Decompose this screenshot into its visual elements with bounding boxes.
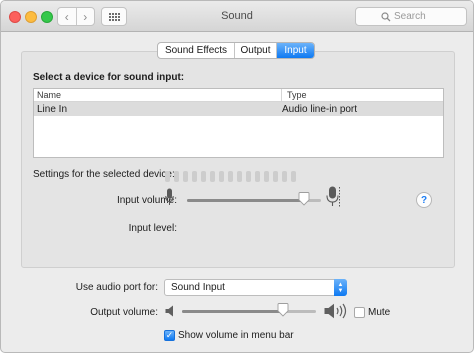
- column-header-type[interactable]: Type: [282, 89, 307, 101]
- tab-bar: Sound Effects Output Input: [157, 42, 315, 59]
- search-placeholder: Search: [394, 11, 426, 22]
- level-segment: [237, 171, 242, 182]
- device-name-cell: Line In: [37, 103, 68, 115]
- column-header-name[interactable]: Name: [34, 89, 282, 101]
- speaker-high-icon: [324, 303, 347, 319]
- level-segment: [219, 171, 224, 182]
- level-segment: [282, 171, 287, 182]
- microphone-high-icon: [326, 186, 340, 207]
- input-level-label: Input level:: [128, 223, 177, 234]
- audio-port-select[interactable]: Sound Input ▲ ▼: [164, 279, 347, 296]
- table-header: Name Type: [34, 89, 443, 102]
- help-icon: ?: [420, 194, 428, 206]
- device-type-cell: Audio line-in port: [282, 103, 358, 115]
- level-segment: [174, 171, 179, 182]
- show-volume-label: Show volume in menu bar: [178, 330, 294, 341]
- tab-sound-effects[interactable]: Sound Effects: [158, 43, 235, 58]
- microphone-low-icon: [165, 188, 174, 205]
- input-volume-fill: [187, 199, 304, 202]
- audio-port-label: Use audio port for:: [75, 282, 158, 293]
- level-segment: [273, 171, 278, 182]
- level-segment: [165, 171, 170, 182]
- tab-output[interactable]: Output: [235, 43, 277, 58]
- chevron-updown-icon: ▲ ▼: [334, 279, 347, 296]
- level-segment: [192, 171, 197, 182]
- input-panel: Select a device for sound input: Name Ty…: [21, 51, 455, 268]
- table-row[interactable]: Line In Audio line-in port: [34, 102, 443, 116]
- speaker-low-icon: [165, 305, 173, 317]
- output-volume-slider[interactable]: [182, 310, 316, 313]
- mute-label: Mute: [368, 307, 391, 318]
- title-bar: ‹ › Sound Search: [1, 1, 473, 32]
- sound-preferences-window: ‹ › Sound Search Sound Effects Output In…: [0, 0, 474, 353]
- mute-checkbox[interactable]: [354, 307, 365, 318]
- output-volume-knob[interactable]: [277, 303, 289, 317]
- settings-heading: Settings for the selected device:: [33, 169, 175, 180]
- level-segment: [210, 171, 215, 182]
- input-device-table[interactable]: Name Type Line In Audio line-in port: [33, 88, 444, 158]
- output-volume-fill: [182, 310, 283, 313]
- input-volume-label: Input volume:: [116, 195, 177, 206]
- help-button[interactable]: ?: [416, 192, 432, 208]
- tab-input[interactable]: Input: [277, 43, 314, 58]
- device-list-heading: Select a device for sound input:: [33, 72, 185, 83]
- level-segment: [255, 171, 260, 182]
- level-segment: [228, 171, 233, 182]
- audio-port-value: Sound Input: [171, 282, 225, 293]
- show-volume-checkbox[interactable]: ✓: [164, 330, 175, 341]
- level-segment: [183, 171, 188, 182]
- level-segment: [246, 171, 251, 182]
- level-segment: [201, 171, 206, 182]
- input-level-meter: [165, 171, 296, 182]
- output-volume-label: Output volume:: [90, 307, 158, 318]
- search-field[interactable]: Search: [355, 7, 467, 26]
- level-segment: [264, 171, 269, 182]
- checkmark-icon: ✓: [165, 330, 174, 340]
- level-segment: [291, 171, 296, 182]
- search-icon: [381, 11, 391, 21]
- input-volume-knob[interactable]: [298, 192, 310, 206]
